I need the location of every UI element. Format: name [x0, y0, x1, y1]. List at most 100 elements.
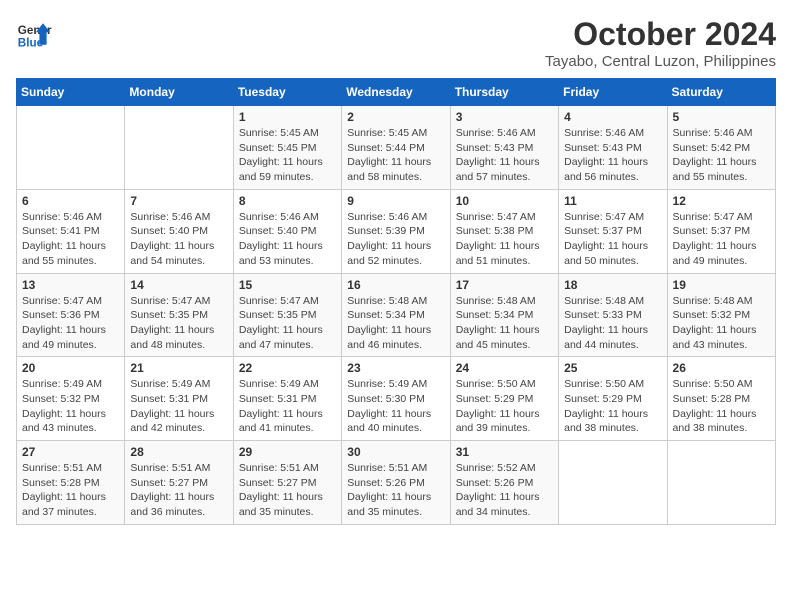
calendar-cell	[559, 441, 667, 525]
calendar-week-2: 6 Sunrise: 5:46 AMSunset: 5:41 PMDaylight…	[17, 189, 776, 273]
cell-data: Sunrise: 5:47 AMSunset: 5:35 PMDaylight:…	[239, 294, 336, 353]
day-number: 8	[239, 194, 336, 208]
cell-data: Sunrise: 5:50 AMSunset: 5:29 PMDaylight:…	[456, 377, 553, 436]
day-number: 29	[239, 445, 336, 459]
calendar-week-3: 13Sunrise: 5:47 AMSunset: 5:36 PMDayligh…	[17, 273, 776, 357]
day-number: 25	[564, 361, 661, 375]
location-title: Tayabo, Central Luzon, Philippines	[545, 53, 776, 70]
day-number: 9	[347, 194, 444, 208]
calendar-cell: 3 Sunrise: 5:46 AMSunset: 5:43 PMDaylight…	[450, 106, 558, 190]
cell-data: Sunrise: 5:48 AMSunset: 5:34 PMDaylight:…	[347, 294, 444, 353]
weekday-header-wednesday: Wednesday	[342, 79, 450, 106]
calendar-cell: 12 Sunrise: 5:47 AMSunset: 5:37 PMDayligh…	[667, 189, 775, 273]
calendar-cell: 15 Sunrise: 5:47 AMSunset: 5:35 PMDayligh…	[233, 273, 341, 357]
cell-data: Sunrise: 5:46 AMSunset: 5:42 PMDaylight:…	[673, 126, 770, 185]
month-title: October 2024	[545, 16, 776, 53]
cell-data: Sunrise: 5:46 AMSunset: 5:43 PMDaylight:…	[456, 126, 553, 185]
day-number: 1	[239, 110, 336, 124]
page-header: General Blue October 2024 Tayabo, Centra…	[16, 16, 776, 70]
calendar-cell: 26 Sunrise: 5:50 AMSunset: 5:28 PMDayligh…	[667, 357, 775, 441]
calendar-cell: 22Sunrise: 5:49 AMSunset: 5:31 PMDayligh…	[233, 357, 341, 441]
calendar-cell: 19Sunrise: 5:48 AMSunset: 5:32 PMDayligh…	[667, 273, 775, 357]
cell-data: Sunrise: 5:46 AMSunset: 5:40 PMDaylight:…	[130, 210, 227, 269]
cell-data: Sunrise: 5:51 AMSunset: 5:28 PMDaylight:…	[22, 461, 119, 520]
calendar-body: 1 Sunrise: 5:45 AMSunset: 5:45 PMDaylight…	[17, 106, 776, 525]
weekday-header-thursday: Thursday	[450, 79, 558, 106]
weekday-header-monday: Monday	[125, 79, 233, 106]
cell-data: Sunrise: 5:45 AMSunset: 5:45 PMDaylight:…	[239, 126, 336, 185]
calendar-cell: 27Sunrise: 5:51 AMSunset: 5:28 PMDayligh…	[17, 441, 125, 525]
day-number: 30	[347, 445, 444, 459]
weekday-header-saturday: Saturday	[667, 79, 775, 106]
day-number: 18	[564, 278, 661, 292]
day-number: 23	[347, 361, 444, 375]
cell-data: Sunrise: 5:51 AMSunset: 5:26 PMDaylight:…	[347, 461, 444, 520]
day-number: 3	[456, 110, 553, 124]
weekday-header-sunday: Sunday	[17, 79, 125, 106]
calendar-week-5: 27Sunrise: 5:51 AMSunset: 5:28 PMDayligh…	[17, 441, 776, 525]
cell-data: Sunrise: 5:50 AMSunset: 5:29 PMDaylight:…	[564, 377, 661, 436]
calendar-cell: 10Sunrise: 5:47 AMSunset: 5:38 PMDayligh…	[450, 189, 558, 273]
cell-data: Sunrise: 5:50 AMSunset: 5:28 PMDaylight:…	[673, 377, 770, 436]
calendar-cell	[17, 106, 125, 190]
calendar-cell: 25 Sunrise: 5:50 AMSunset: 5:29 PMDayligh…	[559, 357, 667, 441]
calendar-cell: 18 Sunrise: 5:48 AMSunset: 5:33 PMDayligh…	[559, 273, 667, 357]
day-number: 17	[456, 278, 553, 292]
day-number: 11	[564, 194, 661, 208]
title-block: October 2024 Tayabo, Central Luzon, Phil…	[545, 16, 776, 70]
calendar-cell: 6 Sunrise: 5:46 AMSunset: 5:41 PMDaylight…	[17, 189, 125, 273]
day-number: 7	[130, 194, 227, 208]
calendar-cell: 28 Sunrise: 5:51 AMSunset: 5:27 PMDayligh…	[125, 441, 233, 525]
calendar-cell: 29 Sunrise: 5:51 AMSunset: 5:27 PMDayligh…	[233, 441, 341, 525]
cell-data: Sunrise: 5:47 AMSunset: 5:36 PMDaylight:…	[22, 294, 119, 353]
calendar-cell: 7 Sunrise: 5:46 AMSunset: 5:40 PMDaylight…	[125, 189, 233, 273]
day-number: 2	[347, 110, 444, 124]
day-number: 31	[456, 445, 553, 459]
calendar-cell: 14 Sunrise: 5:47 AMSunset: 5:35 PMDayligh…	[125, 273, 233, 357]
cell-data: Sunrise: 5:48 AMSunset: 5:33 PMDaylight:…	[564, 294, 661, 353]
cell-data: Sunrise: 5:47 AMSunset: 5:37 PMDaylight:…	[673, 210, 770, 269]
day-number: 6	[22, 194, 119, 208]
calendar-cell	[667, 441, 775, 525]
day-number: 14	[130, 278, 227, 292]
cell-data: Sunrise: 5:52 AMSunset: 5:26 PMDaylight:…	[456, 461, 553, 520]
day-number: 20	[22, 361, 119, 375]
calendar-cell: 2 Sunrise: 5:45 AMSunset: 5:44 PMDaylight…	[342, 106, 450, 190]
calendar-cell: 1 Sunrise: 5:45 AMSunset: 5:45 PMDaylight…	[233, 106, 341, 190]
cell-data: Sunrise: 5:47 AMSunset: 5:37 PMDaylight:…	[564, 210, 661, 269]
calendar-week-1: 1 Sunrise: 5:45 AMSunset: 5:45 PMDaylight…	[17, 106, 776, 190]
cell-data: Sunrise: 5:51 AMSunset: 5:27 PMDaylight:…	[130, 461, 227, 520]
calendar-cell: 24 Sunrise: 5:50 AMSunset: 5:29 PMDayligh…	[450, 357, 558, 441]
calendar-cell: 31 Sunrise: 5:52 AMSunset: 5:26 PMDayligh…	[450, 441, 558, 525]
day-number: 15	[239, 278, 336, 292]
day-number: 24	[456, 361, 553, 375]
calendar-cell: 8Sunrise: 5:46 AMSunset: 5:40 PMDaylight…	[233, 189, 341, 273]
cell-data: Sunrise: 5:48 AMSunset: 5:34 PMDaylight:…	[456, 294, 553, 353]
calendar-cell: 17 Sunrise: 5:48 AMSunset: 5:34 PMDayligh…	[450, 273, 558, 357]
calendar-cell: 13Sunrise: 5:47 AMSunset: 5:36 PMDayligh…	[17, 273, 125, 357]
calendar-cell: 9Sunrise: 5:46 AMSunset: 5:39 PMDaylight…	[342, 189, 450, 273]
cell-data: Sunrise: 5:46 AMSunset: 5:41 PMDaylight:…	[22, 210, 119, 269]
cell-data: Sunrise: 5:51 AMSunset: 5:27 PMDaylight:…	[239, 461, 336, 520]
calendar-table: SundayMondayTuesdayWednesdayThursdayFrid…	[16, 78, 776, 525]
day-number: 26	[673, 361, 770, 375]
cell-data: Sunrise: 5:49 AMSunset: 5:31 PMDaylight:…	[239, 377, 336, 436]
calendar-cell: 16 Sunrise: 5:48 AMSunset: 5:34 PMDayligh…	[342, 273, 450, 357]
calendar-cell: 23Sunrise: 5:49 AMSunset: 5:30 PMDayligh…	[342, 357, 450, 441]
logo: General Blue	[16, 16, 52, 52]
calendar-cell: 30 Sunrise: 5:51 AMSunset: 5:26 PMDayligh…	[342, 441, 450, 525]
day-number: 16	[347, 278, 444, 292]
day-number: 12	[673, 194, 770, 208]
logo-icon: General Blue	[16, 16, 52, 52]
cell-data: Sunrise: 5:45 AMSunset: 5:44 PMDaylight:…	[347, 126, 444, 185]
calendar-cell: 11 Sunrise: 5:47 AMSunset: 5:37 PMDayligh…	[559, 189, 667, 273]
calendar-cell: 4Sunrise: 5:46 AMSunset: 5:43 PMDaylight…	[559, 106, 667, 190]
calendar-cell	[125, 106, 233, 190]
day-number: 10	[456, 194, 553, 208]
calendar-cell: 20Sunrise: 5:49 AMSunset: 5:32 PMDayligh…	[17, 357, 125, 441]
cell-data: Sunrise: 5:49 AMSunset: 5:31 PMDaylight:…	[130, 377, 227, 436]
cell-data: Sunrise: 5:47 AMSunset: 5:35 PMDaylight:…	[130, 294, 227, 353]
day-number: 28	[130, 445, 227, 459]
calendar-week-4: 20Sunrise: 5:49 AMSunset: 5:32 PMDayligh…	[17, 357, 776, 441]
weekday-header-friday: Friday	[559, 79, 667, 106]
